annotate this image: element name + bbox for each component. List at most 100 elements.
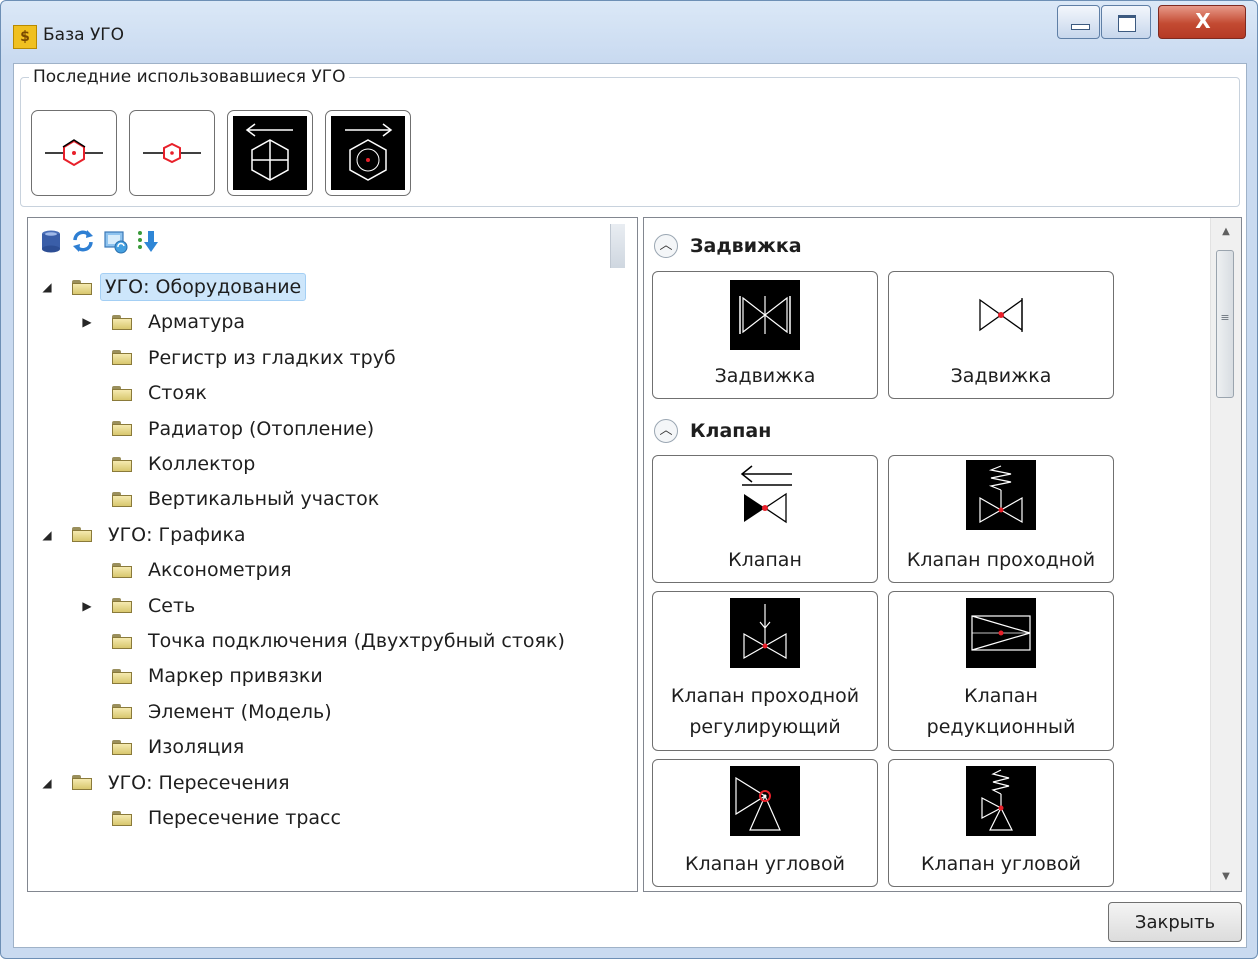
valve-arrow-icon [740,465,792,524]
tree-item[interactable]: Маркер привязки [78,659,327,693]
window-title: База УГО [43,25,125,45]
folder-icon [72,279,92,295]
expanded-arrow-icon[interactable]: ◢ [38,776,56,790]
scroll-up-arrow-icon[interactable]: ▲ [1211,220,1241,244]
tree-toolbar [28,218,637,270]
app-icon: $ [13,25,37,49]
sort-download-icon[interactable] [134,228,160,254]
tree-item-label: Регистр из гладких труб [148,346,396,369]
symbol-tile[interactable]: Клапан [652,455,878,583]
symbol-tile[interactable]: Клапан проходной регулирующий [652,591,878,751]
tree-item[interactable]: Точка подключения (Двухтрубный стояк) [78,624,569,658]
tree-item[interactable]: Элемент (Модель) [78,695,336,729]
hexagon-dot-arrow-right-icon [331,116,405,190]
recent-symbols-group: Последние использовавшиеся УГО [20,67,1240,207]
valve-reduction-icon [966,598,1036,668]
recent-symbol-button[interactable] [227,110,313,196]
symbol-tile[interactable]: Клапан угловой [888,759,1114,887]
folder-icon [112,314,132,330]
tree-item[interactable]: Аксонометрия [78,553,296,587]
valve-angle-icon [730,766,800,836]
tree-group-label: УГО: Оборудование [100,273,307,301]
tree-item[interactable]: Радиатор (Отопление) [78,412,378,446]
tree-item[interactable]: Изоляция [78,730,248,764]
folder-icon [112,668,132,684]
minimize-icon [1071,24,1090,30]
tree-group[interactable]: ◢ УГО: Оборудование [38,270,307,304]
title-bar[interactable]: $ База УГО X [1,1,1257,63]
tree-item-label: Точка подключения (Двухтрубный стояк) [148,630,565,652]
folder-icon [112,385,132,401]
hexagon-cross-arrow-left-icon [233,116,307,190]
folder-icon [72,527,92,543]
tree-group-label: УГО: Пересечения [108,771,290,794]
folder-icon [112,810,132,826]
sync-image-icon[interactable] [102,228,128,254]
collapsed-arrow-icon[interactable]: ▶ [78,599,96,613]
category-tree-pane: ◢ УГО: Оборудование ▶ Арматура Регистр из гл… [27,217,638,892]
ugo-database-window: $ База УГО X Последние использовавшиеся … [0,0,1258,959]
tree-item[interactable]: Вертикальный участок [78,482,383,516]
tree-item[interactable]: Пересечение трасс [78,801,345,835]
dialog-body: Последние использовавшиеся УГО ◢ УГО: Об… [13,63,1247,948]
database-icon[interactable] [38,228,64,254]
section-header-zadvizhka[interactable]: ︿ Задвижка [654,231,802,261]
tree-item-label: Коллектор [148,453,256,475]
tree-item-label: Аксонометрия [148,559,292,582]
tree-item[interactable]: Коллектор [78,447,259,481]
refresh-icon[interactable] [70,228,96,254]
valve-pass-spring-icon [966,460,1036,530]
scroll-down-arrow-icon[interactable]: ▼ [1211,865,1241,889]
collapse-chevron-icon[interactable]: ︿ [654,419,678,443]
tree-item[interactable]: Стояк [78,376,211,410]
tree-item-label: Стояк [148,382,207,405]
tree-item-label: Изоляция [148,736,245,759]
folder-icon [112,633,132,649]
collapsed-arrow-icon[interactable]: ▶ [78,315,96,329]
symbol-tile[interactable]: Клапан редукционный [888,591,1114,751]
tree-group-label: УГО: Графика [108,523,246,546]
gallery-scrollbar[interactable]: ▲ ≡ ▼ [1210,218,1241,891]
pump-symbol-red-icon [45,139,103,167]
folder-icon [112,456,132,472]
tree-item-label: Вертикальный участок [148,488,380,511]
folder-icon [112,421,132,437]
recent-symbol-button[interactable] [31,110,117,196]
scroll-grip-icon: ≡ [1220,311,1230,324]
folder-icon [112,350,132,366]
symbol-gallery-pane: ︿ Задвижка Задвижка Задвижка ︿ Клапан Кл… [643,217,1242,892]
minimize-button[interactable] [1057,5,1100,39]
pump-symbol-red-small-icon [143,142,201,164]
collapse-chevron-icon[interactable]: ︿ [654,234,678,258]
symbol-tile[interactable]: Задвижка [888,271,1114,399]
close-icon: X [1195,9,1211,33]
recent-symbol-button[interactable] [129,110,215,196]
symbol-tile[interactable]: Клапан проходной [888,455,1114,583]
tree-item[interactable]: Регистр из гладких труб [78,341,400,375]
scroll-thumb[interactable]: ≡ [1216,250,1234,398]
close-window-button[interactable]: X [1158,5,1246,39]
folder-icon [112,562,132,578]
tree-item[interactable]: ▶ Арматура [78,305,249,339]
tree-item-label: Маркер привязки [148,665,323,688]
maximize-button[interactable] [1101,5,1151,39]
folder-icon [112,491,132,507]
maximize-icon [1118,15,1136,32]
expanded-arrow-icon[interactable]: ◢ [38,280,56,294]
tree-item-label: Сеть [148,594,196,617]
close-button[interactable]: Закрыть [1108,902,1242,942]
symbol-tile[interactable]: Клапан угловой [652,759,878,887]
tree-item[interactable]: ▶ Сеть [78,589,199,623]
tree-group[interactable]: ◢ УГО: Пересечения [38,766,294,800]
folder-icon [112,598,132,614]
folder-icon [112,704,132,720]
tree-item-label: Элемент (Модель) [148,700,332,723]
section-header-klapan[interactable]: ︿ Клапан [654,416,771,446]
toolbar-overflow-grip[interactable] [610,224,625,268]
tree-group[interactable]: ◢ УГО: Графика [38,518,250,552]
symbol-tile[interactable]: Задвижка [652,271,878,399]
expanded-arrow-icon[interactable]: ◢ [38,528,56,542]
gate-valve-outline-icon [979,298,1023,332]
recent-symbol-button[interactable] [325,110,411,196]
folder-icon [72,775,92,791]
